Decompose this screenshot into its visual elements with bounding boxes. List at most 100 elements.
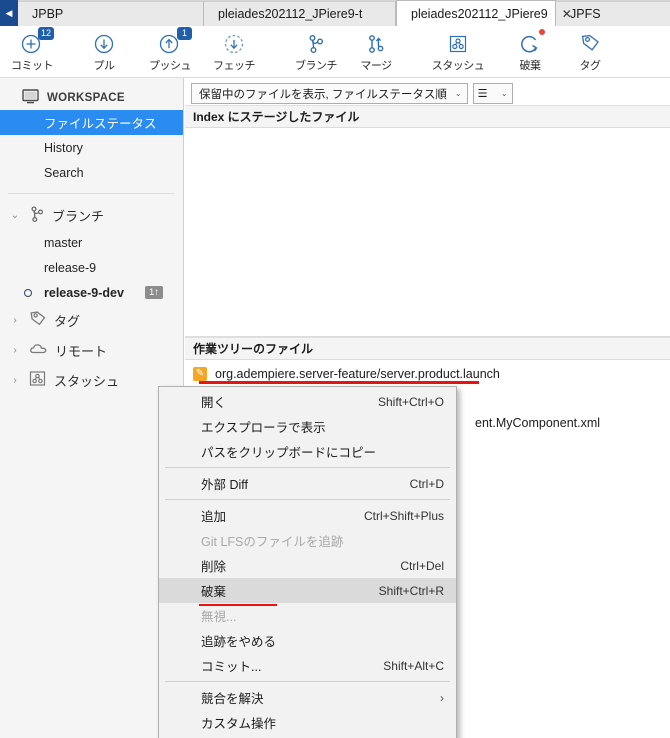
menu-item-open[interactable]: 開く Shift+Ctrl+O bbox=[159, 389, 456, 414]
menu-item-shortcut: Shift+Ctrl+R bbox=[378, 583, 444, 598]
merge-icon bbox=[363, 30, 389, 56]
discard-alert-dot bbox=[539, 29, 545, 35]
ahead-count-badge: 1↑ bbox=[144, 286, 163, 299]
toolbar-push-button[interactable]: 1 プッシュ bbox=[140, 26, 200, 78]
tab-label: pleiades202112_JPiere9-t bbox=[218, 7, 363, 21]
toolbar-label: プル bbox=[93, 60, 116, 72]
menu-item-label: 外部 Diff bbox=[201, 478, 248, 492]
menu-item-label: 競合を解決 bbox=[201, 692, 264, 706]
close-icon[interactable]: ✕ bbox=[562, 8, 572, 20]
sidebar-branch-release-9[interactable]: release-9 bbox=[0, 255, 183, 280]
pull-icon bbox=[91, 30, 117, 56]
file-name: org.adempiere.server-feature/server.prod… bbox=[215, 366, 500, 381]
menu-item-label: 追跡をやめる bbox=[201, 635, 277, 649]
file-context-menu: 開く Shift+Ctrl+O エクスプローラで表示 パスをクリップボードにコピ… bbox=[158, 386, 457, 738]
tab-label: JPFS bbox=[570, 7, 601, 21]
sidebar-item-search[interactable]: Search bbox=[0, 160, 183, 185]
sidebar-group-branches[interactable]: ⌄ ブランチ bbox=[0, 200, 183, 230]
menu-item-delete[interactable]: 削除 Ctrl+Del bbox=[159, 553, 456, 578]
menu-item-external-diff[interactable]: 外部 Diff Ctrl+D bbox=[159, 471, 456, 496]
branch-name: release-9 bbox=[44, 260, 97, 275]
chevron-left-icon[interactable]: ◀ bbox=[0, 0, 18, 26]
tab-jpfs[interactable]: JPFS bbox=[556, 1, 670, 26]
sidebar-group-tags[interactable]: › タグ bbox=[0, 305, 183, 335]
staged-section-header: Index にステージしたファイル bbox=[185, 105, 670, 128]
worktree-header-label: 作業ツリーのファイル bbox=[193, 342, 314, 356]
chevron-right-icon: › bbox=[440, 690, 444, 705]
toolbar-tag-button[interactable]: タグ bbox=[560, 26, 620, 78]
file-filter-dropdown[interactable]: 保留中のファイルを表示, ファイルステータス順 ⌄ bbox=[191, 83, 468, 104]
chevron-right-icon[interactable]: › bbox=[8, 345, 22, 356]
menu-item-add[interactable]: 追加 Ctrl+Shift+Plus bbox=[159, 503, 456, 528]
menu-item-show-in-explorer[interactable]: エクスプローラで表示 bbox=[159, 414, 456, 439]
toolbar-merge-button[interactable]: マージ bbox=[346, 26, 406, 78]
menu-item-label: エクスプローラで表示 bbox=[201, 421, 326, 435]
menu-separator bbox=[165, 681, 450, 682]
menu-item-label: Git LFSのファイルを追跡 bbox=[201, 535, 344, 549]
menu-item-custom-actions[interactable]: カスタム操作 bbox=[159, 710, 456, 735]
menu-item-label: カスタム操作 bbox=[201, 717, 277, 731]
fetch-icon bbox=[221, 30, 247, 56]
toolbar-fetch-button[interactable]: フェッチ bbox=[204, 26, 264, 78]
toolbar-label: プッシュ bbox=[149, 60, 192, 72]
sidebar-group-label: スタッシュ bbox=[54, 373, 120, 389]
push-badge: 1 bbox=[177, 27, 192, 40]
toolbar-label: コミット bbox=[11, 60, 54, 72]
file-filter-value: 保留中のファイルを表示, ファイルステータス順 bbox=[199, 88, 447, 101]
chevron-down-icon: ⌄ bbox=[454, 89, 462, 98]
toolbar-branch-button[interactable]: ブランチ bbox=[286, 26, 346, 78]
branch-icon bbox=[29, 205, 45, 226]
sidebar-branch-master[interactable]: master bbox=[0, 230, 183, 255]
sidebar-group-remotes[interactable]: › リモート bbox=[0, 335, 183, 365]
toolbar-stash-button[interactable]: スタッシュ bbox=[428, 26, 488, 78]
toolbar-commit-button[interactable]: 12 コミット bbox=[2, 26, 62, 78]
menu-item-stop-tracking[interactable]: 追跡をやめる bbox=[159, 628, 456, 653]
branch-icon bbox=[303, 30, 329, 56]
menu-item-resolve-conflicts[interactable]: 競合を解決 › bbox=[159, 685, 456, 710]
chevron-right-icon[interactable]: › bbox=[8, 315, 22, 326]
workspace-label: WORKSPACE bbox=[47, 92, 125, 104]
sidebar-item-file-status[interactable]: ファイルステータス bbox=[0, 110, 183, 135]
tag-icon bbox=[577, 30, 603, 56]
menu-separator bbox=[165, 467, 450, 468]
menu-item-label: 破棄 bbox=[201, 585, 227, 599]
tab-label: pleiades202112_JPiere9 bbox=[411, 6, 548, 21]
tab-pleiades-jpiere9[interactable]: pleiades202112_JPiere9 ✕ bbox=[396, 0, 572, 26]
toolbar-discard-button[interactable]: 破棄 bbox=[500, 26, 560, 78]
view-mode-dropdown[interactable]: ☰ ⌄ bbox=[472, 83, 513, 104]
sidebar-item-history[interactable]: History bbox=[0, 135, 183, 160]
main-toolbar: 12 コミット プル 1 プッシュ フェッチ ブランチ マージ スタッシュ 破棄… bbox=[0, 26, 670, 78]
menu-item-ignore: 無視... bbox=[159, 603, 456, 628]
menu-item-label: パスをクリップボードにコピー bbox=[201, 446, 377, 460]
tab-pleiades-jpiere9-t[interactable]: pleiades202112_JPiere9-t bbox=[204, 1, 396, 26]
menu-item-copy-path[interactable]: パスをクリップボードにコピー bbox=[159, 439, 456, 464]
staged-files-list[interactable] bbox=[185, 128, 670, 337]
sidebar-item-label: Search bbox=[44, 165, 84, 180]
sidebar-group-stashes[interactable]: › スタッシュ bbox=[0, 365, 183, 395]
sidebar-item-label: History bbox=[44, 140, 83, 155]
filter-toolbar: 保留中のファイルを表示, ファイルステータス順 ⌄ ☰ ⌄ bbox=[185, 78, 670, 105]
menu-item-discard[interactable]: 破棄 Shift+Ctrl+R bbox=[159, 578, 456, 606]
branch-name: master bbox=[44, 235, 83, 250]
sidebar-branch-release-9-dev[interactable]: release-9-dev 1↑ bbox=[0, 280, 183, 305]
tab-label: JPBP bbox=[32, 7, 64, 21]
toolbar-label: スタッシュ bbox=[431, 60, 485, 72]
stash-icon bbox=[29, 370, 47, 390]
annotation-underline bbox=[199, 381, 479, 384]
chevron-right-icon[interactable]: › bbox=[8, 375, 22, 386]
tab-jpbp[interactable]: JPBP bbox=[18, 1, 204, 26]
sidebar-workspace-header: WORKSPACE bbox=[0, 86, 183, 110]
monitor-icon bbox=[22, 89, 39, 107]
sidebar-divider bbox=[8, 193, 175, 194]
menu-item-shortcut: Shift+Ctrl+O bbox=[377, 394, 444, 409]
modified-file-icon: ✎ bbox=[193, 366, 207, 381]
menu-item-commit[interactable]: コミット... Shift+Alt+C bbox=[159, 653, 456, 678]
toolbar-pull-button[interactable]: プル bbox=[74, 26, 134, 78]
worktree-section-header: 作業ツリーのファイル bbox=[185, 337, 670, 360]
staged-header-label: Index にステージしたファイル bbox=[193, 110, 360, 124]
menu-item-shortcut: Shift+Alt+C bbox=[383, 658, 444, 673]
menu-item-label: 削除 bbox=[201, 560, 227, 574]
chevron-down-icon[interactable]: ⌄ bbox=[8, 210, 22, 221]
commit-badge: 12 bbox=[37, 27, 54, 40]
menu-separator bbox=[165, 499, 450, 500]
